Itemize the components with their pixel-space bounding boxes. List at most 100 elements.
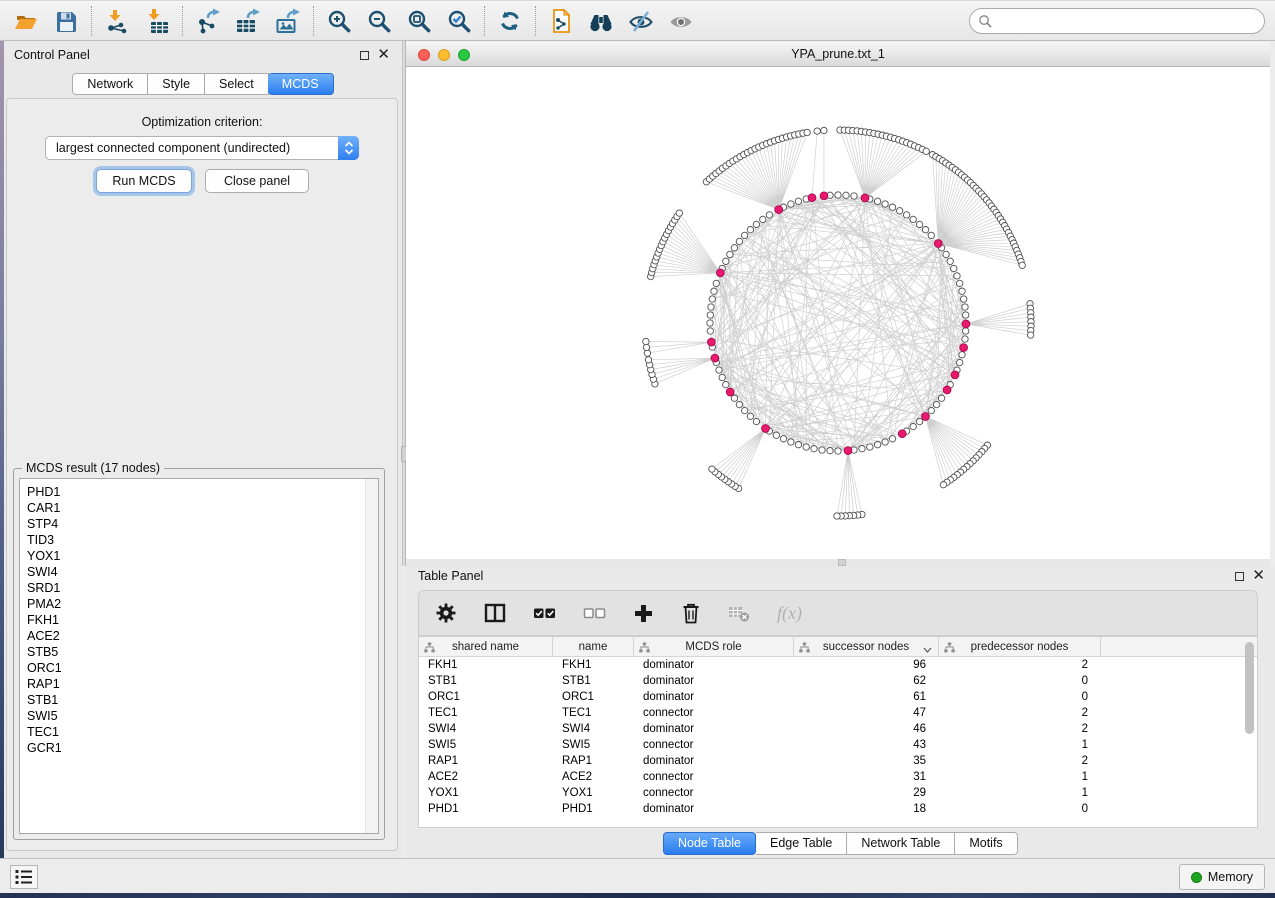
zoom-selected-button[interactable]: [439, 4, 479, 38]
tab-mcds[interactable]: MCDS: [268, 73, 334, 95]
network-node[interactable]: [811, 446, 817, 452]
zoom-in-button[interactable]: [319, 4, 359, 38]
add-column-icon[interactable]: [633, 603, 654, 624]
network-node[interactable]: [938, 395, 944, 401]
mcds-result-item[interactable]: SRD1: [27, 580, 378, 596]
mcds-result-item[interactable]: CAR1: [27, 500, 378, 516]
zoom-fit-button[interactable]: [399, 4, 439, 38]
run-mcds-button[interactable]: Run MCDS: [96, 169, 192, 193]
gear-icon[interactable]: [435, 602, 457, 624]
memory-button[interactable]: Memory: [1179, 864, 1265, 890]
network-node[interactable]: [795, 198, 801, 204]
network-leaf-node[interactable]: [1027, 332, 1033, 338]
network-node[interactable]: [957, 359, 963, 365]
share-document-button[interactable]: [541, 4, 581, 38]
mcds-hub-node[interactable]: [820, 192, 828, 200]
network-node[interactable]: [795, 442, 801, 448]
network-node[interactable]: [709, 296, 715, 302]
close-panel-button[interactable]: Close panel: [205, 169, 309, 193]
table-row[interactable]: FKH1FKH1dominator962: [419, 657, 1257, 673]
network-node[interactable]: [922, 227, 928, 233]
mcds-result-item[interactable]: TEC1: [27, 724, 378, 740]
network-leaf-node[interactable]: [814, 128, 820, 134]
mcds-hub-node[interactable]: [934, 240, 942, 248]
network-leaf-node[interactable]: [923, 148, 929, 154]
table-row[interactable]: ACE2ACE2connector311: [419, 769, 1257, 785]
network-node[interactable]: [910, 216, 916, 222]
mcds-hub-node[interactable]: [844, 447, 852, 455]
mcds-result-list[interactable]: PHD1CAR1STP4TID3YOX1SWI4SRD1PMA2FKH1ACE2…: [19, 478, 379, 834]
mcds-result-item[interactable]: GCR1: [27, 740, 378, 756]
network-node[interactable]: [723, 258, 729, 264]
export-table-button[interactable]: [228, 4, 268, 38]
network-node[interactable]: [916, 418, 922, 424]
mcds-hub-node[interactable]: [960, 344, 968, 352]
network-node[interactable]: [835, 448, 841, 454]
network-node[interactable]: [916, 221, 922, 227]
network-node[interactable]: [947, 258, 953, 264]
network-node[interactable]: [803, 444, 809, 450]
network-leaf-node[interactable]: [834, 513, 840, 519]
close-panel-icon[interactable]: ✕: [1252, 566, 1265, 586]
network-leaf-node[interactable]: [940, 482, 946, 488]
tab-edge-table[interactable]: Edge Table: [756, 832, 847, 855]
network-node[interactable]: [742, 407, 748, 413]
network-node[interactable]: [753, 221, 759, 227]
network-node[interactable]: [910, 423, 916, 429]
network-node[interactable]: [874, 198, 880, 204]
mcds-hub-node[interactable]: [951, 371, 959, 379]
column-header-MCDS-role[interactable]: MCDS role: [634, 637, 794, 656]
mcds-result-item[interactable]: STB5: [27, 644, 378, 660]
mcds-hub-node[interactable]: [775, 206, 783, 214]
network-node[interactable]: [959, 288, 965, 294]
network-node[interactable]: [711, 288, 717, 294]
network-node[interactable]: [760, 216, 766, 222]
network-node[interactable]: [788, 439, 794, 445]
network-node[interactable]: [827, 448, 833, 454]
network-node[interactable]: [719, 374, 725, 380]
show-details-button[interactable]: [661, 4, 701, 38]
mcds-result-item[interactable]: ACE2: [27, 628, 378, 644]
network-leaf-node[interactable]: [804, 129, 810, 135]
export-network-button[interactable]: [188, 4, 228, 38]
network-leaf-node[interactable]: [643, 344, 649, 350]
network-node[interactable]: [963, 312, 969, 318]
function-builder-icon[interactable]: f(x): [777, 603, 802, 624]
table-row[interactable]: TEC1TEC1connector472: [419, 705, 1257, 721]
network-leaf-node[interactable]: [1019, 262, 1025, 268]
network-node[interactable]: [736, 401, 742, 407]
tab-motifs[interactable]: Motifs: [955, 832, 1017, 855]
mcds-result-item[interactable]: SWI5: [27, 708, 378, 724]
network-node[interactable]: [788, 201, 794, 207]
mcds-list-scrollbar[interactable]: [365, 479, 378, 833]
delete-column-icon[interactable]: [681, 602, 701, 624]
network-node[interactable]: [962, 336, 968, 342]
refresh-button[interactable]: [490, 4, 530, 38]
float-panel-icon[interactable]: [360, 51, 369, 60]
tab-select[interactable]: Select: [205, 73, 269, 95]
mcds-hub-node[interactable]: [922, 413, 930, 421]
table-row[interactable]: RAP1RAP1dominator352: [419, 753, 1257, 769]
network-node[interactable]: [742, 232, 748, 238]
network-node[interactable]: [780, 436, 786, 442]
save-session-button[interactable]: [46, 4, 86, 38]
table-row[interactable]: PHD1PHD1dominator180: [419, 801, 1257, 817]
network-node[interactable]: [723, 382, 729, 388]
close-panel-icon[interactable]: ✕: [377, 45, 390, 65]
network-node[interactable]: [928, 407, 934, 413]
mcds-result-item[interactable]: FKH1: [27, 612, 378, 628]
network-node[interactable]: [727, 251, 733, 257]
columns-icon[interactable]: [484, 603, 506, 623]
network-node[interactable]: [962, 304, 968, 310]
network-leaf-node[interactable]: [821, 127, 827, 133]
network-graph[interactable]: [406, 67, 1270, 559]
network-node[interactable]: [843, 192, 849, 198]
network-leaf-node[interactable]: [643, 338, 649, 344]
import-network-button[interactable]: [97, 4, 137, 38]
network-node[interactable]: [951, 265, 957, 271]
tab-network[interactable]: Network: [72, 73, 148, 95]
network-node[interactable]: [766, 212, 772, 218]
network-node[interactable]: [731, 245, 737, 251]
horizontal-splitter[interactable]: [406, 559, 1270, 566]
mcds-hub-node[interactable]: [716, 269, 724, 277]
